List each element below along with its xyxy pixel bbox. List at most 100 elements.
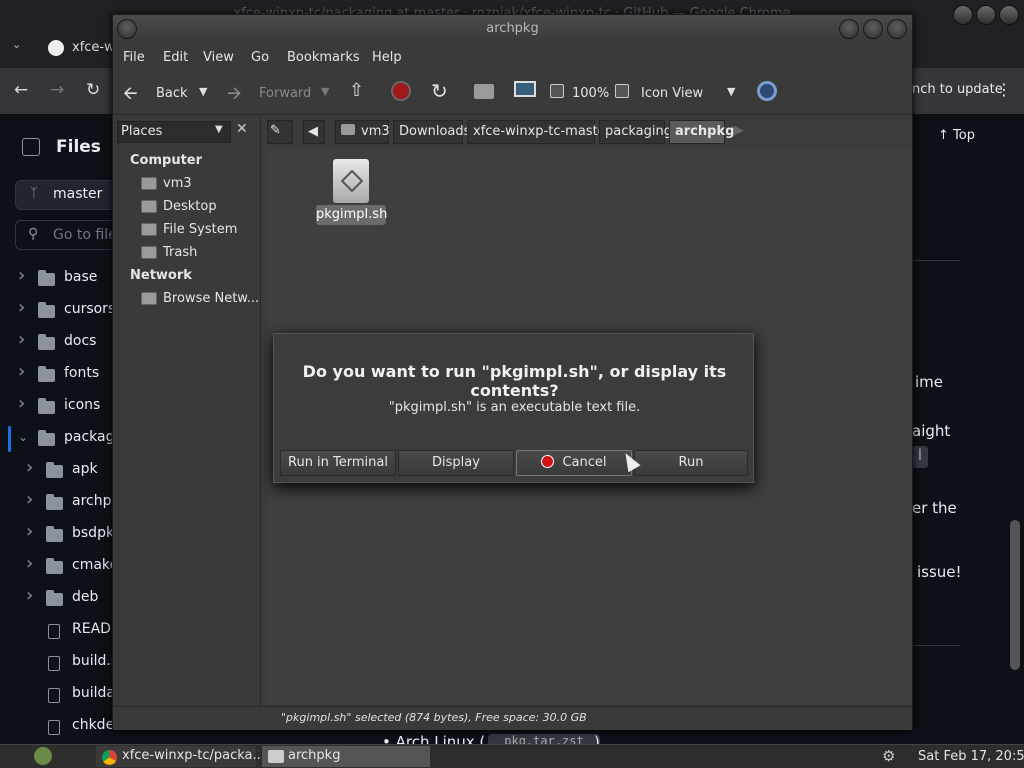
browser-maximize-button[interactable] <box>976 5 996 25</box>
maximize-button[interactable] <box>863 19 883 39</box>
forward-arrow-icon[interactable]: 🡪 <box>227 81 242 111</box>
tree-item[interactable]: build.s <box>0 647 112 679</box>
path-crumb-label: xfce-winxp-tc-master <box>473 124 612 139</box>
path-crumb[interactable]: packaging <box>599 120 672 144</box>
sidebar-toggle-icon[interactable] <box>22 138 40 156</box>
path-crumb[interactable]: xfce-winxp-tc-master <box>467 120 611 144</box>
browser-close-button[interactable] <box>999 5 1019 25</box>
place-item[interactable]: Browse Netw... <box>141 291 259 306</box>
reload-icon[interactable]: ↻ <box>431 79 448 103</box>
page-scrollbar[interactable] <box>1010 520 1020 670</box>
place-icon <box>141 292 157 305</box>
path-crumb[interactable]: Downloads <box>393 120 470 144</box>
chevron-right-icon[interactable]: › <box>26 585 33 606</box>
start-menu-icon[interactable] <box>34 747 52 765</box>
browser-menu-icon[interactable]: ⋮ <box>996 80 1012 99</box>
display-button[interactable]: Display <box>398 450 514 476</box>
network-icon[interactable]: ⚙ <box>882 747 895 765</box>
view-mode-select[interactable]: Icon View <box>641 86 703 101</box>
run-in-terminal-button[interactable]: Run in Terminal <box>280 450 396 476</box>
menu-view[interactable]: View <box>203 50 234 65</box>
files-heading: Files <box>56 137 101 157</box>
menu-file[interactable]: File <box>123 50 145 65</box>
path-left-arrow-icon[interactable]: ◀ <box>303 120 325 144</box>
menu-bookmarks[interactable]: Bookmarks <box>287 50 360 65</box>
toolbar: 🡨 Back ▼ 🡪 Forward ▼ ⇧ ↻ 100% Icon View … <box>113 71 912 115</box>
chevron-right-icon[interactable]: › <box>18 265 25 286</box>
path-crumb[interactable]: archpkg <box>669 120 734 144</box>
fm-titlebar[interactable]: archpkg <box>113 15 912 45</box>
run-button[interactable]: Run <box>634 450 748 476</box>
folder-icon <box>46 526 63 542</box>
tree-item[interactable]: › icons <box>0 391 112 423</box>
tree-item[interactable]: › archpk <box>0 487 112 519</box>
home-folder-icon <box>341 124 355 135</box>
tree-item[interactable]: › cursors <box>0 295 112 327</box>
forward-button[interactable]: Forward <box>259 86 311 101</box>
zoom-icon[interactable] <box>550 84 564 98</box>
browser-minimize-button[interactable] <box>953 5 973 25</box>
top-button[interactable]: ↑ Top <box>938 128 975 143</box>
chevron-right-icon[interactable]: › <box>26 489 33 510</box>
tree-item[interactable]: › apk <box>0 455 112 487</box>
shell-script-icon[interactable] <box>333 159 369 203</box>
menu-go[interactable]: Go <box>251 50 269 65</box>
chevron-right-icon[interactable]: › <box>26 553 33 574</box>
browser-tab-label[interactable]: xfce-w <box>72 40 115 55</box>
tab-list-chevron-icon[interactable]: ⌄ <box>12 38 21 51</box>
minimize-button[interactable] <box>839 19 859 39</box>
task-archpkg[interactable]: archpkg <box>262 746 430 767</box>
close-sidebar-icon[interactable]: ✕ <box>236 121 248 137</box>
chevron-right-icon[interactable]: › <box>18 393 25 414</box>
menu-edit[interactable]: Edit <box>163 50 188 65</box>
place-item[interactable]: vm3 <box>141 176 192 191</box>
tree-item[interactable]: › bsdpk <box>0 519 112 551</box>
tree-item[interactable]: chkdepsh <box>0 711 112 743</box>
menu-help[interactable]: Help <box>372 50 402 65</box>
cancel-button[interactable]: Cancel <box>516 450 632 476</box>
tree-item[interactable]: ⌄ packagi <box>0 423 112 455</box>
browser-back-icon[interactable]: ← <box>14 80 28 100</box>
view-mode-icon[interactable] <box>615 84 629 98</box>
chevron-right-icon[interactable]: › <box>18 297 25 318</box>
place-item[interactable]: Trash <box>141 245 197 260</box>
chevron-right-icon[interactable]: › <box>18 361 25 382</box>
chevron-right-icon[interactable]: › <box>18 329 25 350</box>
path-crumb[interactable]: vm3 <box>335 120 390 144</box>
home-folder-icon[interactable] <box>474 84 494 99</box>
view-mode-chevron-icon[interactable]: ▼ <box>727 85 735 98</box>
browser-forward-icon[interactable]: → <box>50 80 64 100</box>
chevron-right-icon[interactable]: › <box>26 521 33 542</box>
tree-item[interactable]: › base <box>0 263 112 295</box>
search-icon[interactable] <box>757 81 777 101</box>
tree-item[interactable]: › fonts <box>0 359 112 391</box>
tree-item[interactable]: READ <box>0 615 112 647</box>
tree-item[interactable]: buildal <box>0 679 112 711</box>
back-arrow-icon[interactable]: 🡨 <box>123 81 138 111</box>
forward-history-icon[interactable]: ▼ <box>321 85 329 98</box>
place-item[interactable]: Desktop <box>141 199 217 214</box>
edit-location-icon[interactable]: ✎ <box>267 120 293 144</box>
chevron-down-icon[interactable]: ⌄ <box>18 430 28 444</box>
close-button[interactable] <box>887 19 907 39</box>
relaunch-button[interactable]: nch to update <box>912 82 1003 97</box>
tree-item-label: fonts <box>64 365 100 381</box>
task-chrome[interactable]: xfce-winxp-tc/packa... <box>96 746 265 767</box>
computer-icon[interactable] <box>514 81 536 97</box>
back-button[interactable]: Back <box>156 86 188 101</box>
file-name[interactable]: pkgimpl.sh <box>316 205 387 225</box>
tree-item-label: buildal <box>72 685 112 701</box>
tree-item[interactable]: › deb <box>0 583 112 615</box>
tree-item[interactable]: › cmake <box>0 551 112 583</box>
place-item[interactable]: File System <box>141 222 237 237</box>
browser-reload-icon[interactable]: ↻ <box>86 80 100 100</box>
tree-item-label: READ <box>72 621 111 637</box>
stop-icon[interactable] <box>391 81 411 101</box>
tree-item[interactable]: › docs <box>0 327 112 359</box>
zoom-level[interactable]: 100% <box>572 86 609 101</box>
chevron-right-icon[interactable]: › <box>26 457 33 478</box>
tree-item-label: cursors <box>64 301 112 317</box>
up-arrow-icon[interactable]: ⇧ <box>349 80 364 101</box>
path-right-arrow-icon[interactable]: ▶ <box>729 120 749 144</box>
back-history-icon[interactable]: ▼ <box>199 85 207 98</box>
